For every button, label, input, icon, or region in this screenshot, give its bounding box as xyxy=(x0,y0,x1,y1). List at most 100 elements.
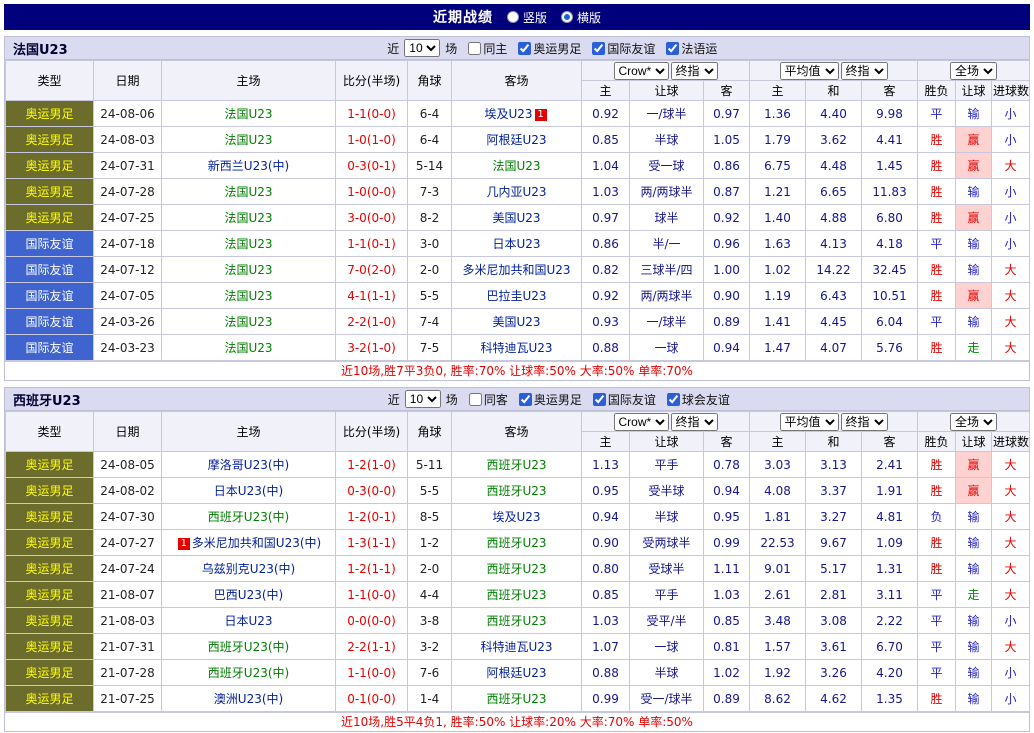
recent-results-page: 近期战绩 竖版 横版 法国U23 近 10 场同主 奥运男足 国际友谊 法语运 类型 日期 主场 比分… xyxy=(4,4,1031,732)
avg-odds-away: 4.41 xyxy=(861,126,919,153)
away-team-name[interactable]: 几内亚U23 xyxy=(486,185,546,199)
filter-checkbox-2[interactable]: 国际友谊 xyxy=(592,40,655,57)
away-team-name[interactable]: 科特迪瓦U23 xyxy=(480,640,552,654)
corners-cell: 1-2 xyxy=(407,529,452,556)
filter-checkbox-3[interactable]: 法语运 xyxy=(666,40,717,57)
score-cell: 1-1(0-0) xyxy=(335,100,408,127)
radio-icon[interactable] xyxy=(506,11,519,23)
score-cell: 0-0(0-0) xyxy=(335,607,408,634)
filter-checkbox-input[interactable] xyxy=(666,41,680,55)
away-team-name[interactable]: 西班牙U23 xyxy=(486,536,546,550)
home-team-name[interactable]: 乌兹别克U23(中) xyxy=(202,562,295,576)
home-team-cell: 澳洲U23(中) xyxy=(161,685,336,712)
filter-checkbox-input[interactable] xyxy=(592,41,606,55)
filter-checkbox-label: 球会友谊 xyxy=(681,392,730,407)
filter-checkbox-0[interactable]: 同客 xyxy=(468,391,508,408)
radio-icon[interactable] xyxy=(561,11,573,23)
away-team-name[interactable]: 多米尼加共和国U23 xyxy=(462,263,570,277)
handicap-result: 输 xyxy=(955,503,993,530)
avg-odds-draw: 3.37 xyxy=(805,477,863,504)
away-team-name[interactable]: 日本U23 xyxy=(492,237,540,251)
odds-source-select[interactable]: 终指 xyxy=(840,61,888,80)
match-date: 21-07-28 xyxy=(93,659,162,686)
away-team-name[interactable]: 阿根廷U23 xyxy=(486,666,546,680)
odds-source-select[interactable]: 终指 xyxy=(840,412,888,431)
winloss-result: 胜 xyxy=(917,204,957,231)
home-team-name[interactable]: 法国U23 xyxy=(224,315,272,329)
home-team-name[interactable]: 西班牙U23(中) xyxy=(208,510,289,524)
filter-checkbox-1[interactable]: 奥运男足 xyxy=(518,391,582,408)
recent-count-select[interactable]: 10 xyxy=(404,390,441,408)
away-team-name[interactable]: 美国U23 xyxy=(492,211,540,225)
odds-source-select[interactable]: 全场 xyxy=(950,412,998,431)
home-team-name[interactable]: 多米尼加共和国U23(中) xyxy=(192,536,321,550)
layout-radio-0[interactable]: 竖版 xyxy=(506,9,547,26)
away-team-name[interactable]: 西班牙U23 xyxy=(486,562,546,576)
home-team-name[interactable]: 法国U23 xyxy=(224,341,272,355)
away-team-name[interactable]: 科特迪瓦U23 xyxy=(480,341,552,355)
odds-source-select[interactable]: 终指 xyxy=(670,61,718,80)
odds-source-select[interactable]: 全场 xyxy=(950,61,998,80)
home-team-name[interactable]: 澳洲U23(中) xyxy=(214,692,283,706)
filter-checkbox-input[interactable] xyxy=(518,41,532,55)
away-team-cell: 西班牙U23 xyxy=(451,451,582,478)
odds-source-select[interactable]: Crow* xyxy=(613,412,669,431)
avg-odds-home: 1.81 xyxy=(749,503,807,530)
home-team-name[interactable]: 日本U23(中) xyxy=(214,484,283,498)
home-team-name[interactable]: 法国U23 xyxy=(224,185,272,199)
away-team-name[interactable]: 西班牙U23 xyxy=(486,588,546,602)
section-summary: 近10场,胜5平4负1, 胜率:50% 让球率:20% 大率:70% 单率:50… xyxy=(5,712,1029,731)
filter-checkbox-3[interactable]: 球会友谊 xyxy=(666,391,730,408)
home-team-name[interactable]: 日本U23 xyxy=(224,614,272,628)
odds-source-select[interactable]: 终指 xyxy=(670,412,718,431)
home-team-name[interactable]: 新西兰U23(中) xyxy=(208,159,289,173)
home-team-name[interactable]: 法国U23 xyxy=(224,107,272,121)
home-team-name[interactable]: 法国U23 xyxy=(224,237,272,251)
layout-radio-1[interactable]: 横版 xyxy=(561,9,601,26)
match-type: 奥运男足 xyxy=(5,633,94,660)
away-team-name[interactable]: 埃及U23 xyxy=(492,510,540,524)
winloss-result: 胜 xyxy=(917,334,957,361)
recent-count-select[interactable]: 10 xyxy=(404,39,441,57)
corners-cell: 5-14 xyxy=(407,152,452,179)
corners-cell: 5-11 xyxy=(407,451,452,478)
match-row: 奥运男足 24-08-05 摩洛哥U23(中) 1-2(1-0) 5-11 西班牙U23 1… xyxy=(5,451,1031,478)
home-team-name[interactable]: 巴西U23(中) xyxy=(214,588,283,602)
filter-checkbox-input[interactable] xyxy=(666,392,680,406)
score-cell: 1-0(0-0) xyxy=(335,178,408,205)
filter-checkbox-input[interactable] xyxy=(592,392,606,406)
home-team-name[interactable]: 法国U23 xyxy=(224,133,272,147)
home-team-name[interactable]: 法国U23 xyxy=(224,289,272,303)
away-team-name[interactable]: 西班牙U23 xyxy=(486,614,546,628)
away-team-name[interactable]: 阿根廷U23 xyxy=(486,133,546,147)
home-team-name[interactable]: 法国U23 xyxy=(224,263,272,277)
handicap-odds-away: 1.03 xyxy=(702,581,751,608)
filter-checkbox-input[interactable] xyxy=(518,392,532,406)
home-team-name[interactable]: 法国U23 xyxy=(224,211,272,225)
away-team-name[interactable]: 西班牙U23 xyxy=(486,484,546,498)
away-team-name[interactable]: 埃及U23 xyxy=(484,107,532,121)
odds-source-select[interactable]: 平均值 xyxy=(779,61,839,80)
filter-checkbox-1[interactable]: 奥运男足 xyxy=(518,40,581,57)
away-team-name[interactable]: 巴拉圭U23 xyxy=(486,289,546,303)
filter-checkbox-0[interactable]: 同主 xyxy=(468,40,507,57)
table-body: 奥运男足 24-08-06 法国U23 1-1(0-0) 6-4 埃及U23 1 0.92 一/… xyxy=(5,100,1031,361)
away-team-name[interactable]: 法国U23 xyxy=(492,159,540,173)
handicap-odds-away: 0.89 xyxy=(702,685,751,712)
score-cell: 2-2(1-1) xyxy=(335,633,408,660)
home-team-name[interactable]: 西班牙U23(中) xyxy=(208,666,289,680)
away-team-name[interactable]: 美国U23 xyxy=(492,315,540,329)
odds-source-select[interactable]: Crow* xyxy=(613,61,669,80)
home-team-name[interactable]: 摩洛哥U23(中) xyxy=(208,458,289,472)
handicap-result: 赢 xyxy=(955,152,993,179)
away-team-name[interactable]: 西班牙U23 xyxy=(486,458,546,472)
home-team-name[interactable]: 西班牙U23(中) xyxy=(208,640,289,654)
goals-result: 小 xyxy=(991,230,1031,257)
filter-checkbox-input[interactable] xyxy=(468,392,482,406)
away-team-cell: 巴拉圭U23 xyxy=(451,282,582,309)
odds-source-select[interactable]: 平均值 xyxy=(779,412,839,431)
filter-checkbox-2[interactable]: 国际友谊 xyxy=(592,391,656,408)
home-team-cell: 法国U23 xyxy=(161,100,336,127)
filter-checkbox-input[interactable] xyxy=(468,41,482,55)
away-team-name[interactable]: 西班牙U23 xyxy=(486,692,546,706)
